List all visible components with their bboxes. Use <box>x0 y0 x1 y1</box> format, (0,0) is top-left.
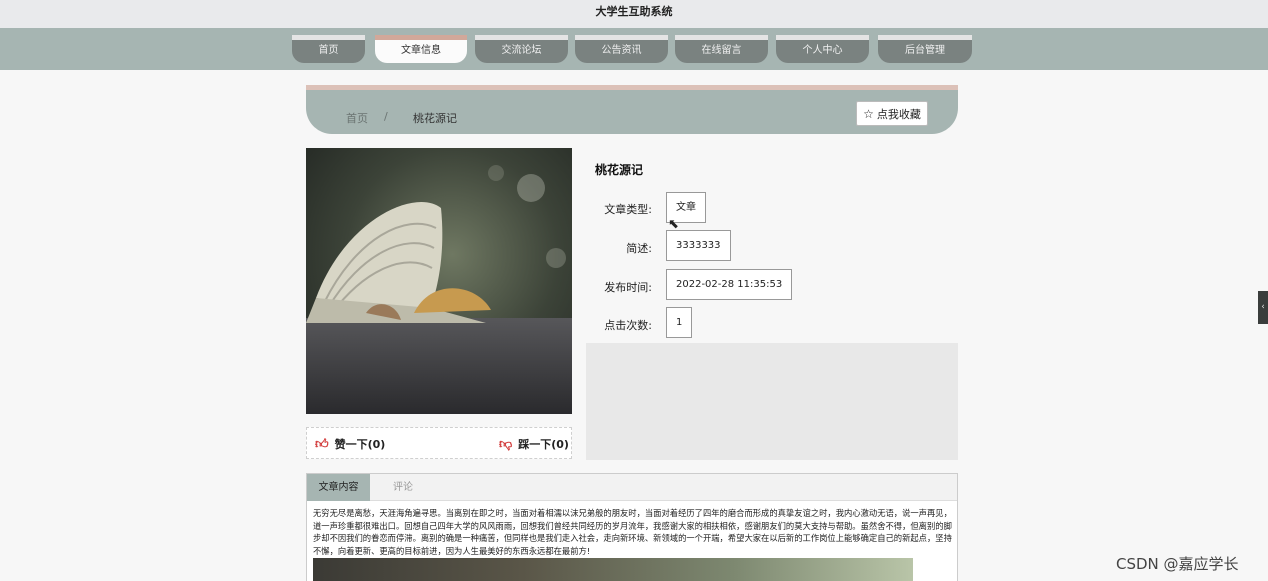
article-tabs-panel: 文章内容 评论 无穷无尽是离愁，天涯海角遍寻思。当离别在即之时，当面对着相濡以沫… <box>306 473 958 581</box>
nav-item-messages[interactable]: 在线留言 <box>675 35 768 63</box>
breadcrumb-separator: / <box>384 110 388 123</box>
mouse-cursor-icon: ⬉ <box>668 217 679 232</box>
breadcrumb: 首页 / 桃花源记 ☆ 点我收藏 <box>306 85 958 134</box>
field-summary-value: 3333333 <box>666 230 731 261</box>
nav-item-news[interactable]: 公告资讯 <box>575 35 668 63</box>
article-cover-image <box>306 148 572 414</box>
info-placeholder-panel <box>586 343 958 460</box>
site-title: 大学生互助系统 <box>595 5 673 18</box>
nav-item-forum[interactable]: 交流论坛 <box>475 35 568 63</box>
field-clicks-value: 1 <box>666 307 693 338</box>
breadcrumb-home-link[interactable]: 首页 <box>346 110 368 126</box>
side-collapse-handle[interactable]: ‹ <box>1258 291 1268 324</box>
field-publish-time-value: 2022-02-28 11:35:53 <box>666 269 793 300</box>
nav-item-profile[interactable]: 个人中心 <box>776 35 869 63</box>
article-title: 桃花源记 <box>595 163 644 177</box>
field-summary-label: 简述: <box>626 242 652 255</box>
article-body-text: 无穷无尽是离愁，天涯海角遍寻思。当离别在即之时，当面对着相濡以沫兄弟般的朋友时，… <box>313 508 952 556</box>
thumbs-up-icon: 👍︎ <box>315 436 329 452</box>
top-header: 大学生互助系统 <box>0 0 1268 28</box>
article-body-image <box>313 558 913 581</box>
nav-item-home[interactable]: 首页 <box>292 35 365 63</box>
star-outline-icon: ☆ <box>863 106 874 121</box>
field-clicks-label: 点击次数: <box>604 319 652 332</box>
nav-item-admin[interactable]: 后台管理 <box>878 35 972 63</box>
like-button[interactable]: 👍︎ 赞一下(0) <box>315 436 385 452</box>
field-type-label: 文章类型: <box>604 203 652 216</box>
like-label: 赞一下(0) <box>334 438 386 451</box>
nav-item-articles[interactable]: 文章信息 <box>375 35 467 63</box>
tab-comments[interactable]: 评论 <box>370 474 436 501</box>
thumbs-down-icon: 👎︎ <box>499 436 513 452</box>
field-publish-time-label: 发布时间: <box>604 281 652 294</box>
tab-header: 文章内容 评论 <box>307 474 957 501</box>
favorite-button[interactable]: ☆ 点我收藏 <box>856 101 928 126</box>
vote-bar: 👍︎ 赞一下(0) 👎︎ 踩一下(0) <box>306 427 572 459</box>
favorite-label: 点我收藏 <box>876 107 921 121</box>
watermark: CSDN @嘉应学长 <box>1116 555 1239 573</box>
breadcrumb-current: 桃花源记 <box>413 112 457 125</box>
tab-article-content[interactable]: 文章内容 <box>307 474 370 501</box>
nav-band: 首页 文章信息 交流论坛 公告资讯 在线留言 个人中心 后台管理 <box>0 28 1268 70</box>
dislike-label: 踩一下(0) <box>518 438 569 451</box>
dislike-button[interactable]: 👎︎ 踩一下(0) <box>499 436 569 452</box>
